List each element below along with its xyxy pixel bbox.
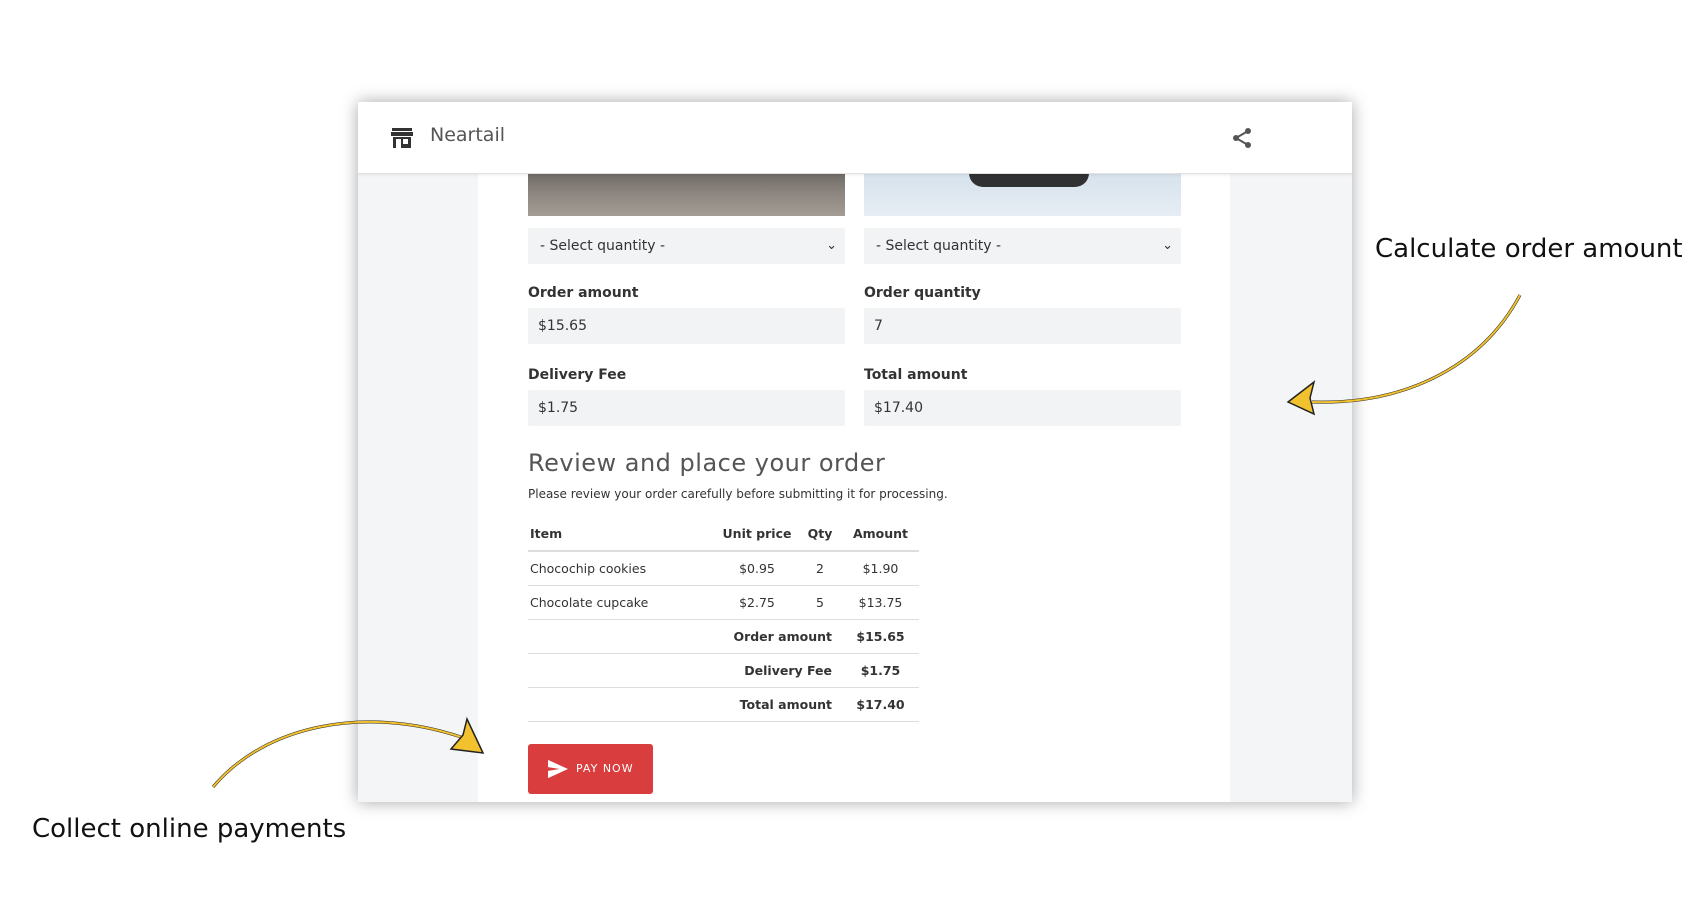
brand-name: Neartail: [430, 124, 506, 146]
product-image-cupcake: [864, 173, 1181, 216]
col-qty: Qty: [798, 516, 842, 552]
table-row: Chocochip cookies $0.95 2 $1.90: [528, 551, 919, 586]
annotation-calculate: Calculate order amount: [1375, 234, 1683, 264]
summary-row: Delivery Fee $1.75: [528, 653, 919, 688]
summary-value: $17.40: [842, 687, 919, 722]
quantity-select-left[interactable]: - Select quantity - ⌄: [528, 228, 845, 264]
cell-item: Chocochip cookies: [528, 551, 716, 586]
quantity-select-right[interactable]: - Select quantity - ⌄: [864, 228, 1181, 264]
pay-now-button[interactable]: PAY NOW: [528, 744, 653, 794]
summary-value: $1.75: [842, 653, 919, 688]
review-subtitle: Please review your order carefully befor…: [528, 487, 948, 501]
cell-unit-price: $0.95: [716, 551, 798, 586]
cell-unit-price: $2.75: [716, 585, 798, 620]
delivery-fee-label: Delivery Fee: [528, 367, 627, 383]
order-amount-label: Order amount: [528, 285, 639, 301]
table-row: Chocolate cupcake $2.75 5 $13.75: [528, 585, 919, 620]
order-summary-table: Item Unit price Qty Amount Chocochip coo…: [528, 516, 919, 722]
summary-label: Delivery Fee: [528, 653, 842, 688]
col-item: Item: [528, 516, 716, 552]
col-amount: Amount: [842, 516, 919, 552]
cell-qty: 5: [798, 585, 842, 620]
share-icon[interactable]: [1230, 126, 1254, 150]
app-window: Neartail - Select quantity - ⌄ - Select …: [358, 102, 1352, 802]
summary-label: Total amount: [528, 687, 842, 722]
store-icon: [391, 128, 413, 148]
total-amount-field[interactable]: $17.40: [864, 390, 1181, 426]
total-amount-label: Total amount: [864, 367, 968, 383]
table-header-row: Item Unit price Qty Amount: [528, 516, 919, 552]
send-icon: [548, 759, 568, 779]
cell-item: Chocolate cupcake: [528, 585, 716, 620]
review-title: Review and place your order: [528, 449, 886, 477]
pay-now-label: PAY NOW: [576, 762, 634, 775]
product-image-cookies: [528, 173, 845, 216]
annotation-payments: Collect online payments: [32, 814, 347, 844]
select-placeholder: - Select quantity -: [876, 238, 1002, 254]
cell-amount: $13.75: [842, 585, 919, 620]
arrow-annotation-right: [1286, 294, 1522, 416]
cell-qty: 2: [798, 551, 842, 586]
summary-value: $15.65: [842, 619, 919, 654]
summary-row: Total amount $17.40: [528, 687, 919, 722]
order-quantity-field[interactable]: 7: [864, 308, 1181, 344]
summary-row: Order amount $15.65: [528, 619, 919, 654]
order-form: - Select quantity - ⌄ - Select quantity …: [478, 173, 1230, 802]
chevron-down-icon: ⌄: [1162, 238, 1173, 253]
cell-amount: $1.90: [842, 551, 919, 586]
summary-label: Order amount: [528, 619, 842, 654]
col-unit-price: Unit price: [716, 516, 798, 552]
delivery-fee-field[interactable]: $1.75: [528, 390, 845, 426]
top-bar: Neartail: [358, 102, 1352, 174]
order-quantity-label: Order quantity: [864, 285, 981, 301]
chevron-down-icon: ⌄: [826, 238, 837, 253]
select-placeholder: - Select quantity -: [540, 238, 666, 254]
order-amount-field[interactable]: $15.65: [528, 308, 845, 344]
arrow-annotation-left: [211, 716, 485, 788]
